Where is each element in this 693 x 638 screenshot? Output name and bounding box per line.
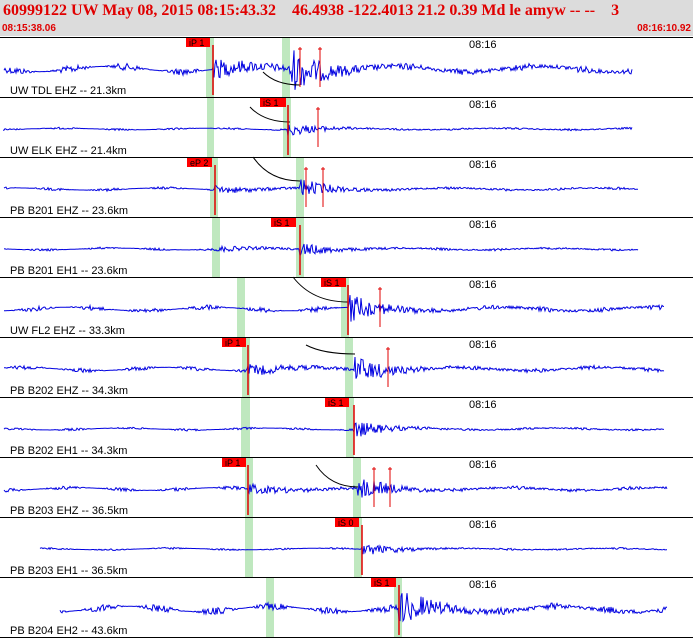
trace-group[interactable]: iS 1 [4,276,664,337]
waveform-trace [4,356,665,379]
trace-group[interactable]: iP 1 [3,38,633,97]
p-window-band [207,98,214,157]
event-title: 60999122 UW May 08, 2015 08:15:43.32 46.… [3,2,620,19]
pick-flag-label: iS 0 [338,518,354,528]
waveform-trace [3,179,639,195]
pick-flag-label: iS 1 [274,218,290,228]
event-header: 60999122 UW May 08, 2015 08:15:43.32 46.… [0,0,693,36]
waveform-trace [39,544,667,555]
predicted-arrival-curve [315,464,359,488]
p-window-band [245,518,253,577]
waveform-trace [4,295,664,322]
trace-group[interactable]: iS 1 [2,98,633,157]
pick-flag-label: iP 1 [225,338,240,348]
pick-flag-label: iP 1 [189,38,204,48]
pick-flag-label: eP 2 [190,158,208,168]
trace-group[interactable]: iS 0 [39,518,667,577]
waveform-trace [3,50,633,90]
pick-flag-label: iS 1 [374,578,390,588]
p-window-band [237,278,245,337]
start-time-label: 08:15:38.06 [2,23,56,34]
waveform-trace [3,243,639,258]
pick-flag-label: iS 1 [328,398,344,408]
pick-flag-label: iS 1 [263,98,279,108]
seismogram-plot[interactable]: iP 1 iS 1 eP 2 iS 1 iS 1 iP 1 iS 1 iP 1 iS 0 iS 1 [0,37,693,638]
s-window-band [345,338,353,397]
p-window-band [212,218,220,277]
predicted-arrival-curve [252,156,301,182]
end-time-label: 08:16:10.92 [637,23,691,34]
waveform-trace [59,593,668,623]
trace-group[interactable]: iS 1 [3,218,639,277]
trace-group[interactable]: eP 2 [3,156,639,217]
trace-group[interactable]: iS 1 [59,578,668,637]
waveform-trace [3,422,665,437]
trace-group[interactable]: iP 1 [3,458,668,517]
trace-group[interactable]: iP 1 [4,338,665,397]
pick-flag-label: iS 1 [324,278,340,288]
pick-flag-label: iP 1 [225,458,240,468]
trace-group[interactable]: iS 1 [3,398,665,457]
